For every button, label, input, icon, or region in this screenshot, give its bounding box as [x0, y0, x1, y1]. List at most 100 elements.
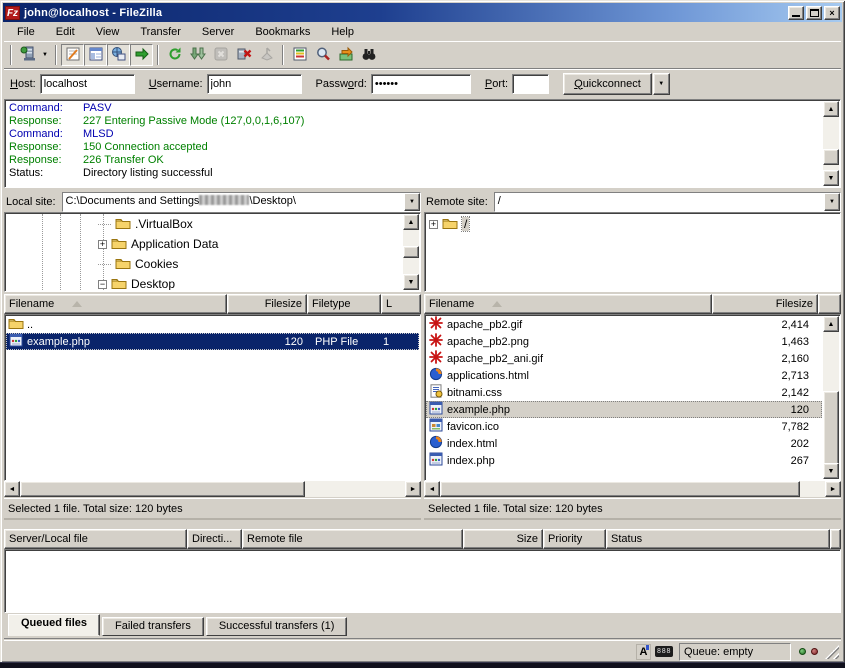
- file-row-examplephp[interactable]: example.php120PHP File1: [6, 333, 419, 350]
- column-header-filesize[interactable]: Filesize: [227, 294, 307, 314]
- file-row-apachepb2anigif[interactable]: apache_pb2_ani.gif2,160: [426, 350, 822, 367]
- scroll-up-button[interactable]: ▲: [823, 316, 839, 332]
- file-row-applicationshtml[interactable]: applications.html2,713: [426, 367, 822, 384]
- refresh-button[interactable]: [163, 44, 186, 66]
- remote-site-combo[interactable]: / ▼: [494, 192, 841, 212]
- tree-item-desktop[interactable]: −Desktop: [6, 274, 402, 290]
- log-line-message: 226 Transfer OK: [83, 154, 164, 167]
- column-header-filetype[interactable]: Filetype: [307, 294, 381, 314]
- close-button[interactable]: ×: [824, 6, 840, 20]
- reconnect-button[interactable]: [255, 44, 278, 66]
- title-bar[interactable]: Fz john@localhost - FileZilla ×: [3, 3, 842, 22]
- scroll-down-button[interactable]: ▼: [823, 170, 839, 186]
- menu-server[interactable]: Server: [195, 24, 241, 40]
- host-input[interactable]: [40, 74, 135, 94]
- file-row-indexphp[interactable]: index.php267: [426, 452, 822, 469]
- process-queue-button[interactable]: [186, 44, 209, 66]
- file-row-bitnamicss[interactable]: bitnami.css2,142: [426, 384, 822, 401]
- file-row-examplephp[interactable]: example.php120: [426, 401, 822, 418]
- expand-icon[interactable]: +: [98, 240, 107, 249]
- scroll-thumb[interactable]: [20, 481, 305, 497]
- column-header-filesize[interactable]: Filesize: [712, 294, 818, 314]
- file-row-apachepb2png[interactable]: apache_pb2.png1,463: [426, 333, 822, 350]
- tree-item-applicationdata[interactable]: +Application Data: [6, 234, 402, 254]
- tree-item-virtualbox[interactable]: .VirtualBox: [6, 214, 402, 234]
- data-type-indicator-icon: A: [636, 644, 651, 660]
- queue-column-remotefile[interactable]: Remote file: [242, 529, 463, 549]
- column-header-l[interactable]: L: [381, 294, 421, 314]
- menu-bookmarks[interactable]: Bookmarks: [248, 24, 317, 40]
- file-name: apache_pb2.png: [447, 336, 714, 348]
- scroll-up-button[interactable]: ▲: [823, 101, 839, 117]
- site-manager-button[interactable]: [16, 44, 39, 66]
- tree-item-cookies[interactable]: Cookies: [6, 254, 402, 274]
- minimize-button[interactable]: [788, 6, 804, 20]
- find-files-button[interactable]: [311, 44, 334, 66]
- log-line-message: Directory listing successful: [83, 167, 213, 180]
- password-input[interactable]: [371, 74, 471, 94]
- scroll-right-button[interactable]: ►: [825, 481, 841, 497]
- queue-column-size[interactable]: Size: [463, 529, 543, 549]
- expand-icon[interactable]: +: [429, 220, 438, 229]
- remote-list-vertical-scrollbar[interactable]: ▲ ▼: [823, 316, 839, 479]
- queue-column-priority[interactable]: Priority: [543, 529, 606, 549]
- directory-comparison-button[interactable]: [288, 44, 311, 66]
- resize-grip[interactable]: [825, 645, 839, 659]
- menu-file[interactable]: File: [10, 24, 42, 40]
- log-line: Response:226 Transfer OK: [9, 154, 822, 167]
- log-vertical-scrollbar[interactable]: ▲ ▼: [823, 101, 839, 186]
- remote-site-dropdown-button[interactable]: ▼: [824, 193, 840, 211]
- filter-button[interactable]: [357, 44, 380, 66]
- scroll-down-button[interactable]: ▼: [823, 463, 839, 479]
- scroll-thumb[interactable]: [403, 246, 419, 258]
- file-row-faviconico[interactable]: favicon.ico7,782: [426, 418, 822, 435]
- scroll-right-button[interactable]: ►: [405, 481, 421, 497]
- column-header-filler[interactable]: [818, 294, 841, 314]
- local-tree-vertical-scrollbar[interactable]: ▲ ▼: [403, 214, 419, 290]
- column-header-filename[interactable]: Filename: [424, 294, 712, 314]
- file-row-apachepb2gif[interactable]: apache_pb2.gif2,414: [426, 316, 822, 333]
- toggle-local-tree-button[interactable]: [84, 44, 107, 66]
- quickconnect-dropdown-button[interactable]: ▼: [653, 73, 670, 95]
- local-site-dropdown-button[interactable]: ▼: [404, 193, 420, 211]
- site-manager-dropdown-button[interactable]: ▼: [39, 44, 51, 66]
- tab-queued-files[interactable]: Queued files: [8, 614, 100, 636]
- local-site-path[interactable]: C:\Documents and Settings\Desktop\: [63, 193, 404, 211]
- menu-edit[interactable]: Edit: [49, 24, 82, 40]
- local-site-combo[interactable]: C:\Documents and Settings\Desktop\ ▼: [62, 192, 421, 212]
- scroll-thumb[interactable]: [823, 149, 839, 165]
- remote-file-list: apache_pb2.gif2,414apache_pb2.png1,463ap…: [424, 314, 841, 481]
- column-header-filename[interactable]: Filename: [4, 294, 227, 314]
- queue-column-status[interactable]: Status: [606, 529, 830, 549]
- disconnect-button[interactable]: [232, 44, 255, 66]
- toggle-message-log-button[interactable]: [61, 44, 84, 66]
- toggle-transfer-queue-button[interactable]: [130, 44, 153, 66]
- port-input[interactable]: [512, 74, 549, 94]
- toggle-remote-tree-button[interactable]: [107, 44, 130, 66]
- scroll-down-button[interactable]: ▼: [403, 274, 419, 290]
- synchronized-browsing-button[interactable]: [334, 44, 357, 66]
- local-horizontal-scrollbar[interactable]: ◄ ►: [4, 481, 421, 497]
- remote-site-path[interactable]: /: [495, 193, 824, 211]
- scroll-up-button[interactable]: ▲: [403, 214, 419, 230]
- cancel-operation-button[interactable]: [209, 44, 232, 66]
- file-row-[interactable]: ..: [6, 316, 419, 333]
- collapse-icon[interactable]: −: [98, 280, 107, 289]
- quickconnect-button[interactable]: Quickconnect: [563, 73, 652, 95]
- maximize-button[interactable]: [806, 6, 822, 20]
- file-row-indexhtml[interactable]: index.html202: [426, 435, 822, 452]
- username-input[interactable]: [207, 74, 302, 94]
- scroll-left-button[interactable]: ◄: [4, 481, 20, 497]
- tree-item-[interactable]: +/: [426, 214, 839, 234]
- scroll-thumb[interactable]: [823, 391, 839, 465]
- remote-horizontal-scrollbar[interactable]: ◄ ►: [424, 481, 841, 497]
- tab-failed-transfers[interactable]: Failed transfers: [102, 617, 204, 636]
- menu-transfer[interactable]: Transfer: [133, 24, 188, 40]
- tab-successful-transfers----[interactable]: Successful transfers (1): [206, 617, 348, 636]
- scroll-thumb[interactable]: [440, 481, 800, 497]
- queue-column-directi[interactable]: Directi...: [187, 529, 242, 549]
- menu-help[interactable]: Help: [324, 24, 361, 40]
- scroll-left-button[interactable]: ◄: [424, 481, 440, 497]
- menu-view[interactable]: View: [89, 24, 127, 40]
- queue-column-serverlocalfile[interactable]: Server/Local file: [4, 529, 187, 549]
